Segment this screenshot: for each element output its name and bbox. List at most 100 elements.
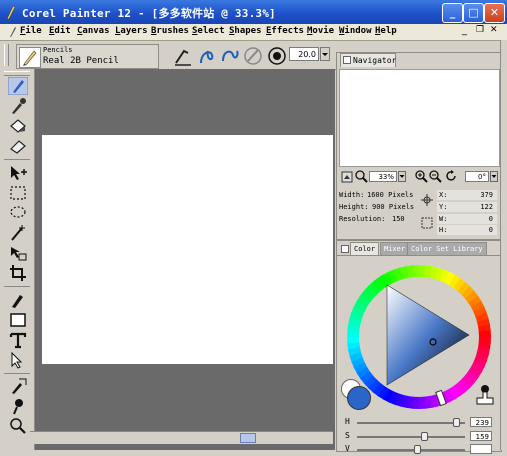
w-readout: W: 0	[437, 214, 497, 224]
layer-adjuster-tool-icon[interactable]	[8, 164, 28, 182]
doc-close-button[interactable]: ✕	[490, 25, 498, 35]
w-value: 0	[488, 215, 493, 223]
value-slider-track[interactable]	[357, 449, 465, 451]
dodge-tool-icon[interactable]	[8, 397, 28, 415]
menu-edit[interactable]: Edit	[49, 26, 71, 36]
color-panel: Color Mixer Color Set Library H 239 S 15…	[336, 240, 502, 454]
rotation-dropdown-icon[interactable]	[490, 171, 498, 182]
position-icon	[421, 194, 433, 206]
value-slider-label: V	[345, 444, 350, 453]
hue-slider[interactable]: H 239	[345, 417, 495, 429]
brush-selector[interactable]: Pencils Real 2B Pencil	[16, 44, 159, 69]
brush-ghost-icon[interactable]	[242, 45, 264, 67]
menu-file[interactable]: File	[20, 26, 42, 36]
dab-preview-icon[interactable]	[172, 45, 194, 67]
hue-slider-label: H	[345, 417, 350, 426]
brush-size-field[interactable]: 20.0	[289, 47, 319, 61]
saturation-value-field[interactable]: 159	[470, 431, 492, 441]
panel-close-icon[interactable]	[343, 56, 351, 64]
resolution-value: 150	[392, 215, 405, 223]
dropper-tool-icon[interactable]	[8, 97, 28, 115]
magnifier-tool-icon[interactable]	[8, 417, 28, 435]
scrollbar-thumb[interactable]	[240, 433, 256, 443]
doc-minimize-button[interactable]: _	[462, 25, 467, 36]
menu-shapes[interactable]: Shapes	[229, 26, 262, 36]
view-toggle-icon[interactable]	[341, 171, 353, 183]
saturation-slider[interactable]: S 159	[345, 431, 495, 443]
saturation-slider-track[interactable]	[357, 436, 465, 438]
hue-slider-knob[interactable]	[452, 418, 460, 427]
text-tool-icon[interactable]	[8, 331, 28, 349]
brush-tool-icon[interactable]	[8, 77, 28, 95]
tab-color[interactable]: Color	[350, 242, 380, 255]
hue-slider-track[interactable]	[357, 422, 465, 424]
stroke-a-icon[interactable]	[196, 45, 218, 67]
pen-tool-icon[interactable]	[8, 291, 28, 309]
saturation-slider-knob[interactable]	[421, 432, 429, 441]
lasso-tool-icon[interactable]	[8, 204, 28, 222]
main-color-swatch[interactable]	[347, 386, 371, 410]
menu-brushes[interactable]: Brushes	[151, 26, 189, 36]
value-slider[interactable]: V	[345, 444, 495, 456]
menu-movie[interactable]: Movie	[307, 26, 334, 36]
menu-canvas[interactable]: Canvas	[77, 26, 110, 36]
close-button[interactable]: ✕	[484, 3, 505, 23]
cloner-tool-icon[interactable]	[8, 377, 28, 395]
selection-size-icon	[421, 217, 433, 229]
drawing-canvas[interactable]	[42, 135, 333, 364]
hue-ring-segment[interactable]	[478, 335, 491, 344]
menu-layers[interactable]: Layers	[115, 26, 148, 36]
h-value: 0	[488, 226, 493, 234]
zoom-in-icon[interactable]	[415, 170, 428, 183]
maximize-button[interactable]: □	[463, 3, 484, 23]
navigator-preview[interactable]	[339, 69, 500, 167]
rectangle-shape-tool-icon[interactable]	[8, 311, 28, 329]
navigator-panel: Navigator 33% 0° Width: 1600 Pixels Heig…	[336, 52, 502, 240]
menu-select[interactable]: Select	[192, 26, 225, 36]
rotation-field[interactable]: 0°	[465, 171, 489, 182]
hue-value-field[interactable]: 239	[470, 417, 492, 427]
doc-restore-button[interactable]: ❐	[476, 25, 484, 35]
painter-app-icon	[6, 5, 16, 20]
tab-color-set-library[interactable]: Color Set Library	[407, 242, 487, 255]
panel-close-icon[interactable]	[341, 245, 349, 253]
toolbox-divider	[4, 159, 30, 160]
stamp-icon[interactable]	[475, 384, 495, 406]
brush-size-dropdown[interactable]	[320, 47, 330, 61]
y-label: Y:	[439, 203, 448, 211]
menu-help[interactable]: Help	[375, 26, 397, 36]
magic-wand-tool-icon[interactable]	[8, 224, 28, 242]
tab-divider	[337, 255, 501, 256]
shape-selection-tool-icon[interactable]	[8, 351, 28, 369]
minimize-button[interactable]: _	[442, 3, 463, 23]
zoom-icon[interactable]	[355, 170, 368, 183]
toolbox-divider	[4, 373, 30, 374]
tab-mixer[interactable]: Mixer	[380, 242, 410, 255]
rectangular-selection-tool-icon[interactable]	[8, 184, 28, 202]
stroke-b-icon[interactable]	[219, 45, 241, 67]
crop-tool-icon[interactable]	[8, 264, 28, 282]
menu-effects[interactable]: Effects	[266, 26, 304, 36]
zoom-dropdown-icon[interactable]	[398, 171, 406, 182]
menu-bar: File Edit Canvas Layers Brushes Select S…	[0, 24, 507, 41]
rotate-icon[interactable]	[445, 170, 458, 183]
brush-size-icon[interactable]	[266, 45, 288, 67]
eraser-tool-icon[interactable]	[8, 137, 28, 155]
value-value-field[interactable]	[470, 444, 492, 454]
brush-category: Pencils	[43, 46, 73, 54]
horizontal-scrollbar[interactable]	[30, 431, 333, 444]
zoom-field[interactable]: 33%	[369, 171, 397, 182]
height-value: 900 Pixels	[372, 203, 415, 211]
brush-menu-icon	[10, 27, 16, 37]
x-label: X:	[439, 191, 448, 199]
zoom-out-icon[interactable]	[429, 170, 442, 183]
brush-variant: Real 2B Pencil	[43, 56, 119, 66]
paint-bucket-tool-icon[interactable]	[8, 117, 28, 135]
saturation-slider-label: S	[345, 431, 350, 440]
navigator-controls: 33% 0°	[339, 169, 498, 185]
transform-tool-icon[interactable]	[8, 244, 28, 262]
toolbox-grip	[4, 71, 30, 76]
menu-window[interactable]: Window	[339, 26, 372, 36]
h-readout: H: 0	[437, 225, 497, 235]
saturation-value-triangle[interactable]	[387, 285, 469, 385]
